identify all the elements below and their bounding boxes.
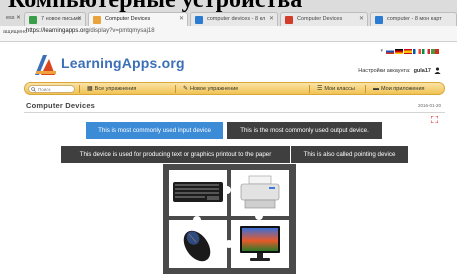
flag-other-icon[interactable]	[431, 48, 439, 54]
mail-favicon-icon	[29, 16, 37, 24]
tab-new-mail[interactable]: 7 новое письмо ✕	[24, 12, 86, 26]
label-output-device[interactable]: This is the most commonly used output de…	[227, 122, 382, 139]
logo-text: LearningApps.org	[61, 55, 185, 71]
address-bar[interactable]: ащищено https://learningapps.org/display…	[0, 26, 457, 42]
nav-divider	[309, 85, 310, 93]
chevron-down-icon[interactable]: ▾	[380, 48, 383, 54]
label-printer-device[interactable]: This device is used for producing text o…	[61, 146, 290, 163]
puzzle-piece-monitor[interactable]	[231, 220, 289, 268]
folder-icon: ▬	[373, 86, 379, 92]
grid-icon: ▦	[87, 86, 93, 92]
flag-es-icon[interactable]	[404, 48, 412, 54]
flag-fr-icon[interactable]	[413, 48, 421, 54]
puzzle-piece-keyboard[interactable]	[169, 170, 227, 216]
search-icon	[31, 87, 36, 92]
close-tab-icon[interactable]: ✕	[77, 13, 82, 26]
nav-divider	[79, 85, 80, 93]
printer-image	[240, 175, 280, 209]
page-title: Computer Devices	[26, 101, 96, 110]
nav-all-exercises[interactable]: ▦ Все упражнения	[87, 85, 136, 93]
page-date: 2016-01-20	[417, 103, 441, 108]
browser-tabstrip: ess ✕ 7 новое письмо ✕ Computer Devices …	[0, 0, 457, 26]
main-navbar: Поиск ▦ Все упражнения ✎ Новое упражнени…	[24, 82, 445, 95]
pencil-icon: ✎	[183, 86, 189, 92]
flag-de-icon[interactable]	[395, 48, 403, 54]
tab-search-computer-devices[interactable]: computer devices - 8 кл ✕	[190, 12, 278, 26]
label-pointing-device[interactable]: This is also called pointing device	[291, 146, 408, 163]
overlay-title: Компьютерные устройства	[8, 0, 303, 13]
url-text[interactable]: https://learningapps.org/display?v=pmtqm…	[26, 28, 155, 34]
label-input-device[interactable]: This is most commonly used input device	[86, 122, 223, 139]
monitor-image	[240, 226, 280, 261]
nav-new-exercise[interactable]: ✎ Новое упражнение	[183, 85, 238, 93]
user-icon[interactable]	[434, 67, 441, 74]
secure-label: ащищено	[3, 29, 28, 35]
slides-favicon-icon	[285, 16, 293, 24]
username: gula17	[413, 67, 431, 74]
account-settings[interactable]: Настройки аккаунта: gula17	[358, 67, 441, 74]
flag-it-icon[interactable]	[422, 48, 430, 54]
flag-ru-icon[interactable]	[386, 48, 394, 54]
nav-my-apps[interactable]: ▬ Мои приложения	[373, 85, 425, 93]
puzzle-knob	[255, 212, 263, 220]
search-favicon-icon	[375, 16, 383, 24]
site-logo[interactable]: LearningApps.org	[33, 49, 185, 79]
tab-partial[interactable]: ess ✕	[0, 12, 21, 26]
puzzle-piece-printer[interactable]	[231, 170, 289, 216]
learningapps-favicon-icon	[93, 16, 101, 24]
jigsaw-puzzle	[163, 164, 296, 274]
nav-my-classes[interactable]: ☰ Мои классы	[317, 85, 355, 93]
nav-divider	[365, 85, 366, 93]
search-input[interactable]: Поиск	[28, 85, 75, 93]
puzzle-knob	[225, 240, 233, 248]
header-divider	[24, 112, 445, 113]
language-selector[interactable]: ▾	[380, 48, 439, 54]
learningapps-logo-icon	[35, 55, 56, 75]
close-tab-icon[interactable]: ✕	[179, 13, 184, 26]
puzzle-knob	[193, 216, 201, 224]
mouse-image	[183, 230, 211, 262]
list-icon: ☰	[317, 86, 323, 92]
puzzle-piece-mouse[interactable]	[169, 220, 227, 268]
tab-computer-images[interactable]: computer - 8 мон карт	[370, 12, 457, 26]
puzzle-knob	[223, 186, 231, 194]
nav-divider	[175, 85, 176, 93]
close-tab-icon[interactable]: ✕	[359, 13, 364, 26]
tab-computer-devices[interactable]: Computer Devices ✕	[88, 12, 188, 26]
tab-computer-devices-2[interactable]: Computer Devices ✕	[280, 12, 368, 26]
keyboard-image	[173, 182, 223, 202]
search-favicon-icon	[195, 16, 203, 24]
close-tab-icon[interactable]: ✕	[269, 13, 274, 26]
fullscreen-icon[interactable]	[431, 116, 438, 123]
